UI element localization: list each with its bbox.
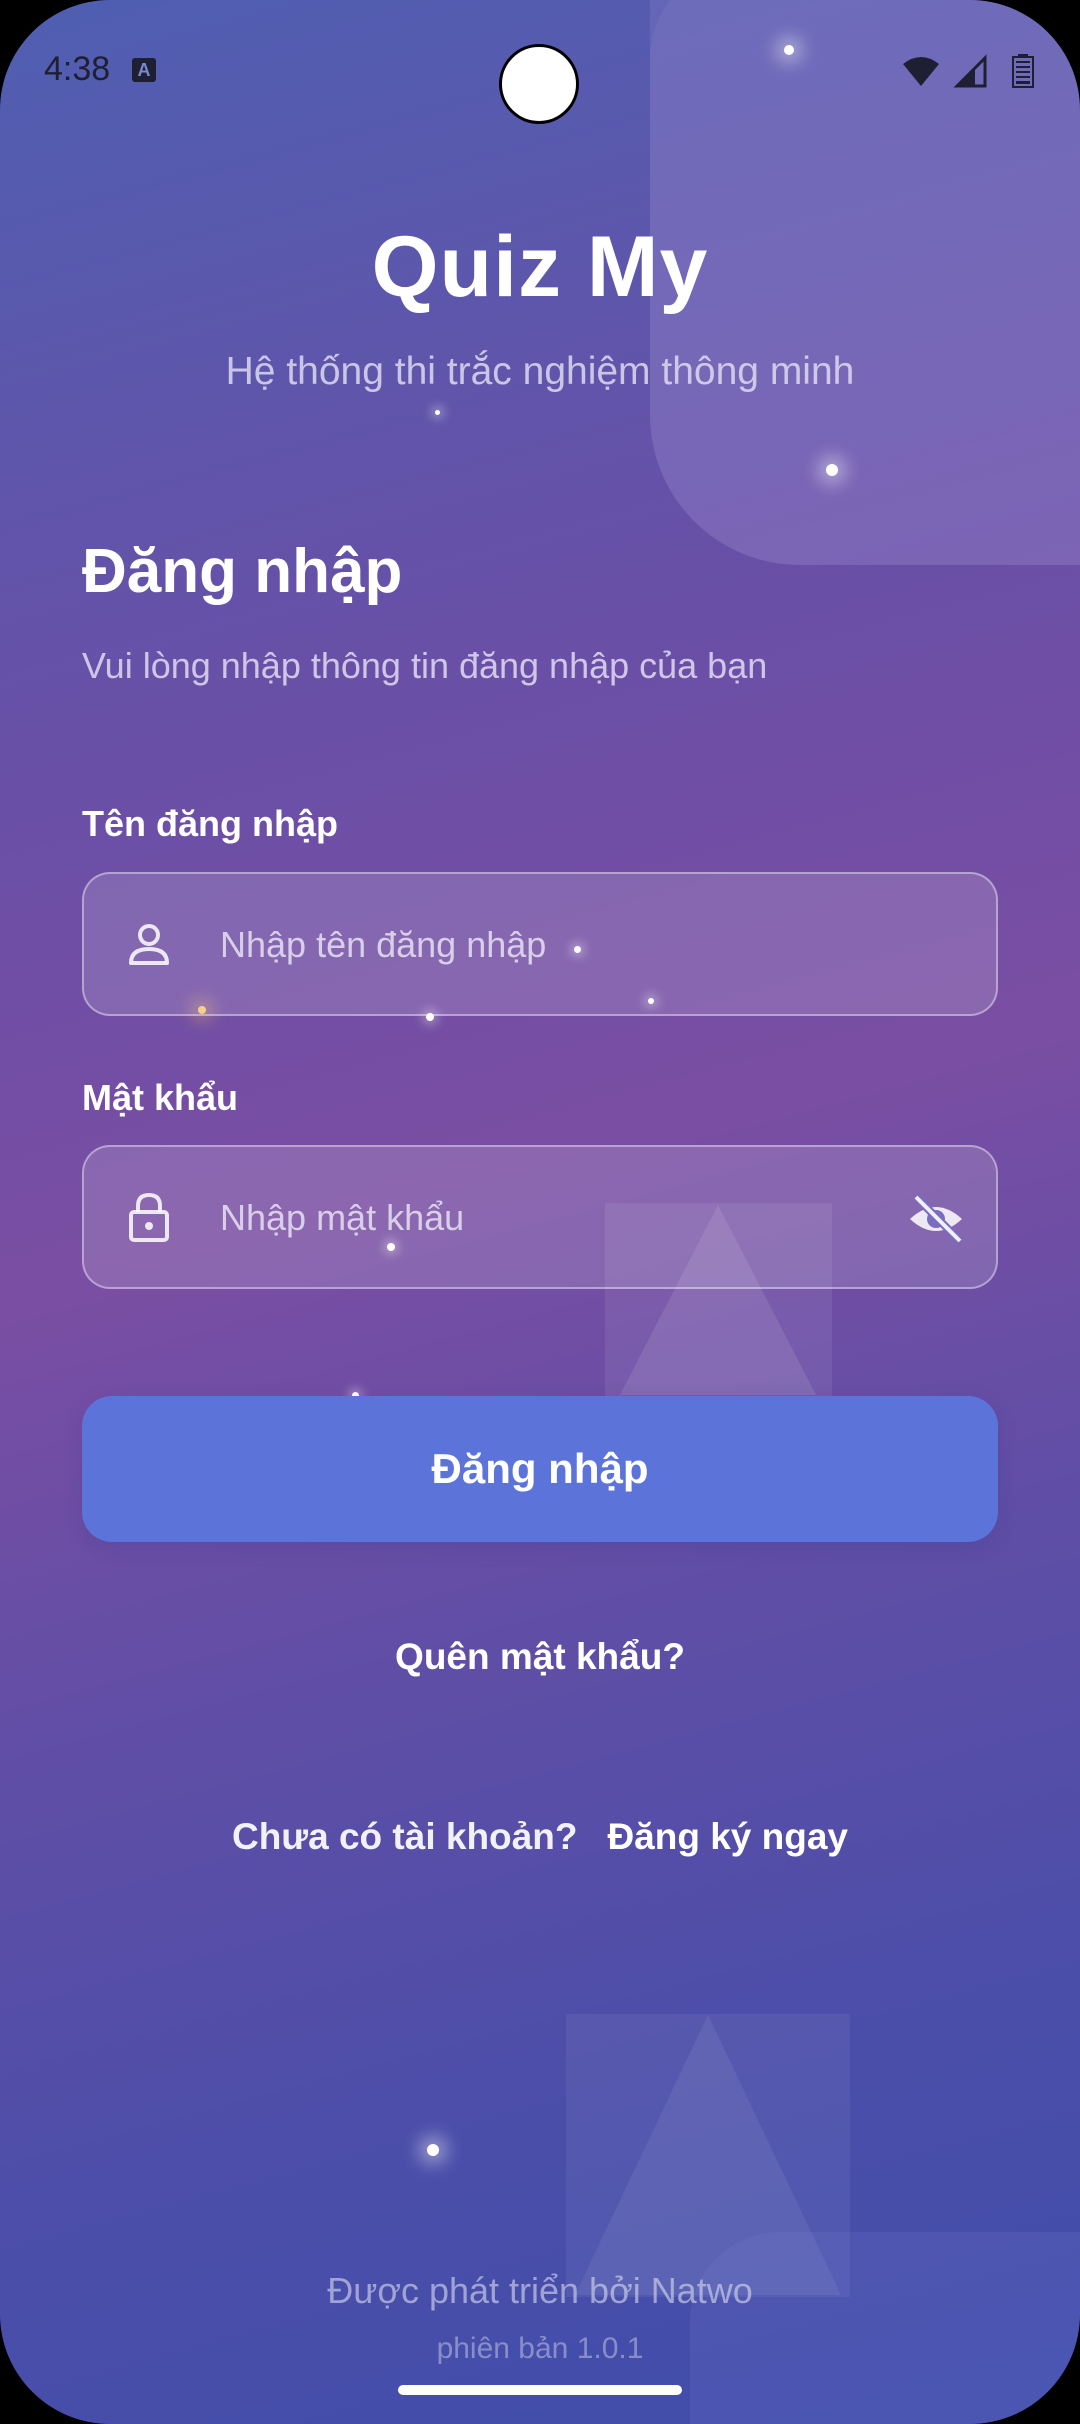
- login-screen: 4:38 A Quiz My Hệ thống thi trắc nghiệm: [0, 0, 1080, 2424]
- login-button[interactable]: Đăng nhập: [82, 1396, 998, 1542]
- signup-row: Chưa có tài khoản? Đăng ký ngay: [0, 1816, 1080, 1858]
- home-indicator[interactable]: [398, 2385, 682, 2395]
- eye-off-icon[interactable]: [906, 1191, 966, 1247]
- login-description: Vui lòng nhập thông tin đăng nhập của bạ…: [82, 645, 768, 686]
- password-field[interactable]: Nhập mật khẩu: [82, 1145, 998, 1289]
- decor-sparkle: [435, 410, 440, 415]
- password-placeholder: Nhập mật khẩu: [220, 1197, 465, 1238]
- app-subtitle: Hệ thống thi trắc nghiệm thông minh: [225, 350, 855, 393]
- signup-link[interactable]: Đăng ký ngay: [607, 1816, 848, 1857]
- username-field[interactable]: Nhập tên đăng nhập: [82, 872, 998, 1016]
- forgot-password-link[interactable]: Quên mật khẩu?: [0, 1636, 1080, 1678]
- lock-icon: [129, 1192, 169, 1242]
- password-label: Mật khẩu: [82, 1077, 239, 1118]
- login-heading: Đăng nhập: [82, 537, 403, 606]
- signal-icon: [952, 54, 987, 88]
- footer-developer: Được phát triển bởi Natwo: [327, 2270, 753, 2311]
- username-label: Tên đăng nhập: [82, 803, 338, 844]
- decor-corner-panel: [690, 2232, 1080, 2424]
- username-placeholder: Nhập tên đăng nhập: [220, 924, 547, 965]
- status-icons: [901, 54, 1036, 88]
- signup-question: Chưa có tài khoản?: [231, 1816, 578, 1857]
- status-time: 4:38: [44, 50, 111, 88]
- footer-version: phiên bản 1.0.1: [436, 2332, 644, 2365]
- decor-sparkle: [826, 464, 838, 476]
- a-icon: A: [132, 58, 156, 82]
- battery-icon: [1012, 54, 1034, 88]
- wifi-icon: [903, 57, 940, 86]
- app-title: Quiz My: [371, 219, 709, 315]
- camera-cutout: [499, 44, 579, 124]
- person-icon: [129, 924, 169, 965]
- decor-sparkle: [427, 2144, 439, 2156]
